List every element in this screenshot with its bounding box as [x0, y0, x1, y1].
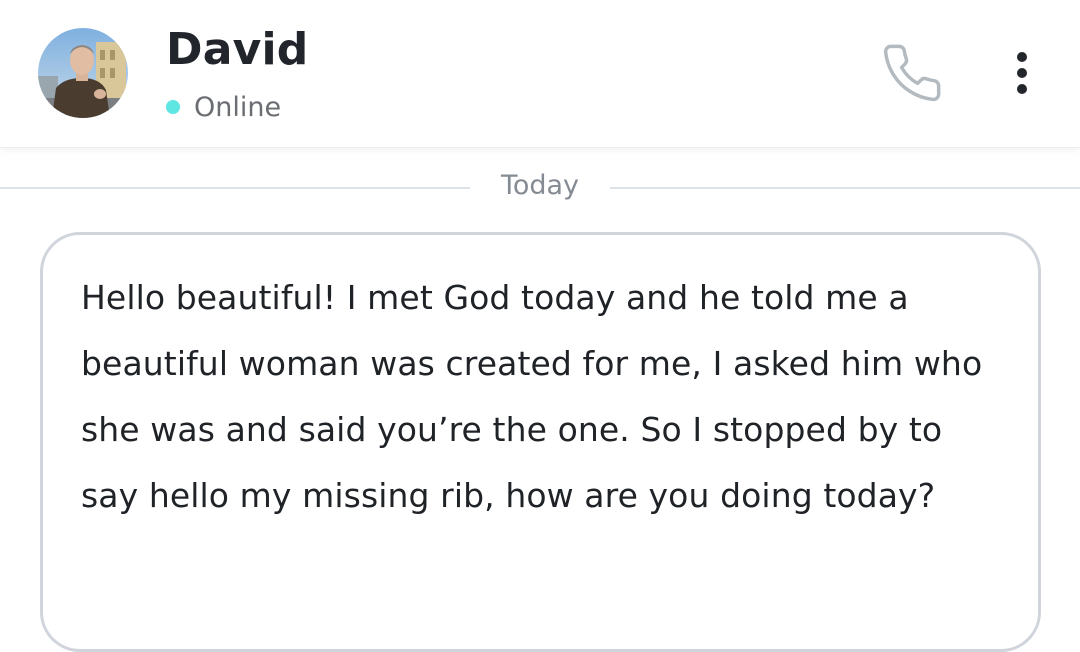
- phone-icon: [883, 44, 941, 102]
- contact-avatar[interactable]: [38, 28, 128, 118]
- status-text: Online: [194, 91, 282, 123]
- date-label: Today: [500, 170, 580, 201]
- date-divider: Today: [0, 168, 1080, 208]
- more-options-button[interactable]: [1000, 44, 1044, 102]
- avatar-photo: [38, 28, 128, 118]
- incoming-message-bubble[interactable]: Hello beautiful! I met God today and he …: [40, 232, 1041, 652]
- divider-line-right: [610, 187, 1080, 189]
- more-vertical-icon: [1017, 52, 1027, 94]
- call-button[interactable]: [872, 36, 952, 110]
- divider-line-left: [0, 187, 470, 189]
- online-indicator-dot: [166, 100, 180, 114]
- chat-header: David Online: [0, 0, 1080, 148]
- contact-status: Online: [166, 90, 281, 124]
- contact-name[interactable]: David: [166, 24, 308, 75]
- message-text: Hello beautiful! I met God today and he …: [81, 278, 983, 515]
